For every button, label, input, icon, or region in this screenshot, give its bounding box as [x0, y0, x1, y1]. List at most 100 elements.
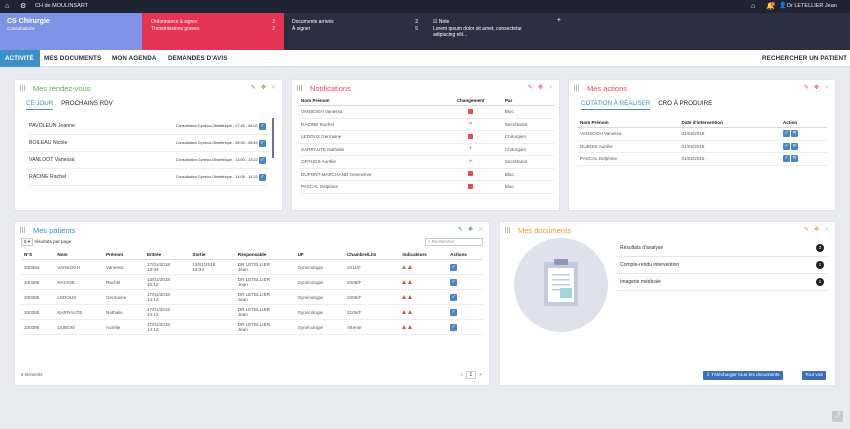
col-header[interactable]: Chambre/Lits: [343, 250, 400, 260]
edit-icon[interactable]: ✎: [804, 226, 809, 233]
tab-prochains-rdv[interactable]: PROCHAINS RDV: [61, 100, 113, 110]
user-name[interactable]: Dr LETELLIER Jean: [787, 3, 837, 9]
check-icon[interactable]: ✓: [259, 122, 266, 130]
ord-label: Ordonnance à signer: [151, 19, 198, 25]
table-row[interactable]: ORTHOS Aurélie + Secrétariat: [298, 155, 554, 169]
table-row[interactable]: 330385 LEDOUX Germaine 17/01/2018 14:12 DR …: [21, 289, 483, 305]
list-item[interactable]: BOILEAU Nicole Consultation Gynéco-Obsté…: [26, 135, 270, 152]
tab-cro[interactable]: CRO À PRODUIRE: [658, 100, 712, 110]
nav-search-patient[interactable]: RECHERCHER UN PATIENT: [762, 55, 847, 62]
validate-icon[interactable]: ✓: [782, 130, 790, 138]
close-icon[interactable]: ✕: [548, 84, 553, 91]
alerts-block[interactable]: Ordonnance à signer 2 Transmissions grave…: [142, 13, 284, 50]
edit-icon[interactable]: ✎: [804, 84, 809, 91]
check-icon[interactable]: ✓: [259, 156, 266, 164]
validate-icon[interactable]: ✓: [450, 308, 458, 316]
scrollbar[interactable]: [272, 118, 274, 158]
tab-cotation[interactable]: COTATION À RÉALISER: [581, 100, 651, 110]
documents-block[interactable]: Documents arrivés 2 À signer 5: [284, 13, 426, 50]
document-icon: [468, 183, 474, 189]
close-icon[interactable]: ✕: [824, 84, 829, 91]
close-icon[interactable]: ✕: [478, 226, 483, 233]
pin-icon[interactable]: ✥: [261, 84, 266, 91]
drag-handle-icon[interactable]: [574, 85, 580, 91]
edit-icon[interactable]: ✎: [251, 84, 256, 91]
pin-icon[interactable]: ✥: [468, 226, 473, 233]
drag-handle-icon[interactable]: [20, 227, 26, 233]
col-header[interactable]: Nom: [54, 250, 103, 260]
col-header[interactable]: Responsable: [234, 250, 295, 260]
table-row[interactable]: DUPONT-MARCHAND Geneviève Bloc: [298, 168, 554, 181]
table-row[interactable]: DUBOIS Aurélie 01/02/2018 ✓ ✕: [577, 140, 827, 153]
drag-handle-icon[interactable]: [297, 85, 303, 91]
page-size-select[interactable]: 5 ▾: [21, 238, 34, 246]
home-icon[interactable]: ⌂: [5, 2, 9, 11]
rdv-info: Consultation Gynéco-Obstétrique - 14:05 …: [175, 174, 258, 179]
col-header[interactable]: N°S: [21, 250, 55, 260]
add-note-icon[interactable]: +: [557, 17, 561, 25]
validate-icon[interactable]: ✓: [450, 278, 458, 286]
notif-par: Secrétariat: [501, 155, 554, 169]
delete-icon[interactable]: ✕: [790, 130, 798, 138]
table-cell: 2406/F: [343, 274, 400, 290]
table-row[interactable]: LEDOUX Germaine Chirurgien: [298, 130, 554, 144]
table-row[interactable]: RACINE Rachel ✕ Secrétariat: [298, 118, 554, 131]
validate-icon[interactable]: ✓: [450, 263, 458, 271]
search-input[interactable]: ⌕ Rechercher: [425, 238, 483, 246]
table-row[interactable]: 330385 SARRAUTE Nathalie 17/01/2018 14:12 D…: [21, 304, 483, 320]
validate-icon[interactable]: ✓: [450, 293, 458, 301]
table-row[interactable]: 330384 VANSOGH Vanessa 17/01/2018 13:34 13/…: [21, 259, 483, 275]
doc-count: 3: [816, 244, 824, 252]
nav-activite[interactable]: ACTIVITÉ: [0, 50, 40, 67]
list-item[interactable]: Résultats d'analyse 3: [617, 240, 827, 257]
col-header[interactable]: Actions: [447, 250, 483, 260]
scroll-top-icon[interactable]: ⤴: [832, 411, 843, 422]
col-header[interactable]: Prénom: [102, 250, 144, 260]
see-all-button[interactable]: Tout voir: [802, 371, 827, 380]
table-row[interactable]: 330385 DUBOIS Aurélie 17/01/2018 14:12 DR L…: [21, 319, 483, 335]
settings-icon[interactable]: ⚙: [20, 2, 26, 11]
list-item[interactable]: PAVOLEUN Joanne Consultation Gynéco-Obst…: [26, 118, 270, 135]
check-icon[interactable]: ✓: [259, 173, 266, 181]
prev-page-icon[interactable]: ‹: [461, 372, 463, 378]
next-page-icon[interactable]: ›: [479, 372, 481, 378]
col-header[interactable]: Indicateurs: [399, 250, 448, 260]
list-item[interactable]: Compte-rendu intervention 1: [617, 257, 827, 274]
col-header[interactable]: Entrée: [143, 250, 190, 260]
delete-icon[interactable]: ✕: [790, 155, 798, 163]
close-icon[interactable]: ✕: [271, 84, 276, 91]
pin-icon[interactable]: ✥: [538, 84, 543, 91]
home-right-icon[interactable]: ⌂: [751, 2, 755, 11]
note-block[interactable]: ☑ Note + Lorem ipsum dolor sit amet, con…: [426, 13, 568, 50]
table-row[interactable]: SARRAUTE Nathalie + Chirurgien: [298, 143, 554, 156]
col-header[interactable]: UF: [294, 250, 344, 260]
table-row[interactable]: 330385 RACINE Rachel 13/01/2018 10:12 DR LE…: [21, 274, 483, 290]
validate-icon[interactable]: ✓: [450, 323, 458, 331]
service-block[interactable]: CS Chirurgie Consultations: [0, 13, 142, 50]
edit-icon[interactable]: ✎: [458, 226, 463, 233]
page-number[interactable]: 1: [465, 371, 477, 379]
close-icon[interactable]: ✕: [824, 226, 829, 233]
col-header[interactable]: Sortie: [189, 250, 235, 260]
check-icon[interactable]: ✓: [259, 139, 266, 147]
delete-icon[interactable]: ✕: [790, 142, 798, 150]
list-item[interactable]: Imagerie médicale 1: [617, 274, 827, 291]
table-row[interactable]: VANSOGH Vanessa Bloc: [298, 105, 554, 119]
edit-icon[interactable]: ✎: [528, 84, 533, 91]
nav-mes-documents[interactable]: MES DOCUMENTS: [44, 55, 101, 62]
table-row[interactable]: PASCAL Delphine 01/02/2018 ✓ ✕: [577, 152, 827, 166]
drag-handle-icon[interactable]: [505, 227, 511, 233]
validate-icon[interactable]: ✓: [782, 142, 790, 150]
validate-icon[interactable]: ✓: [782, 155, 790, 163]
download-all-button[interactable]: ⇩ Télécharger tous les documents: [703, 371, 783, 380]
table-row[interactable]: VANSOGH Vanessa 01/02/2018 ✓ ✕: [577, 127, 827, 141]
nav-demandes-avis[interactable]: DEMANDES D'AVIS: [168, 55, 228, 62]
tab-ce-jour[interactable]: CE JOUR: [26, 100, 54, 110]
pin-icon[interactable]: ✥: [814, 84, 819, 91]
pin-icon[interactable]: ✥: [814, 226, 819, 233]
list-item[interactable]: RACINE Rachel Consultation Gynéco-Obstét…: [26, 169, 270, 186]
list-item[interactable]: VANLOOT Vanessa Consultation Gynéco-Obst…: [26, 152, 270, 169]
drag-handle-icon[interactable]: [20, 85, 26, 91]
table-row[interactable]: PASCAL Delphine Bloc: [298, 180, 554, 194]
nav-mon-agenda[interactable]: MON AGENDA: [112, 55, 157, 62]
